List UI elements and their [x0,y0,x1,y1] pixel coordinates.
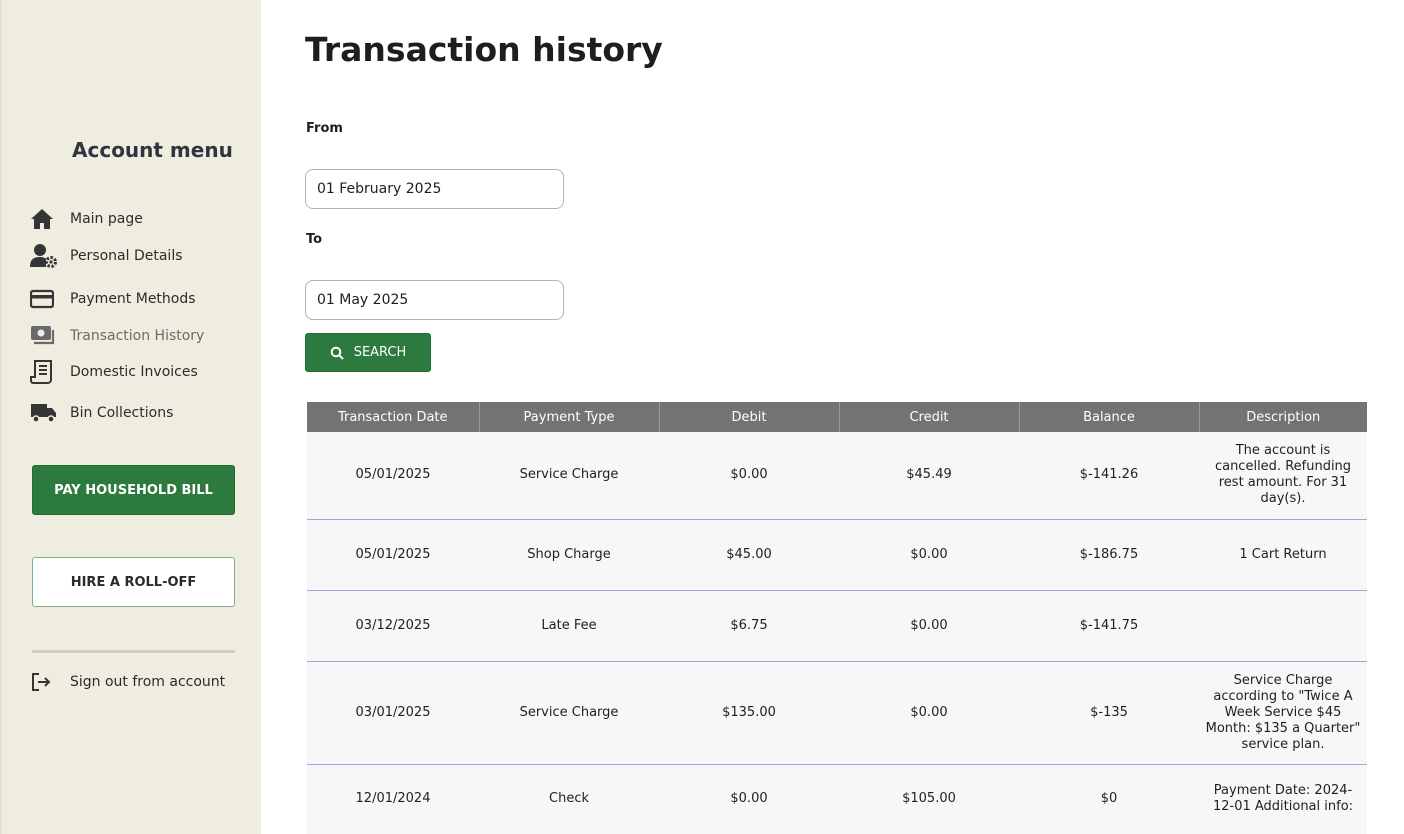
page-title: Transaction history [305,30,663,69]
sign-out-icon [30,669,60,695]
sidebar-item-label: Transaction History [70,328,205,344]
pay-household-bill-button[interactable]: PAY HOUSEHOLD BILL [32,465,235,515]
to-label: To [306,232,323,247]
column-header-payment-type: Payment Type [479,402,660,432]
from-date-input[interactable]: 01 February 2025 [305,169,564,209]
cell-credit: $0.00 [839,519,1019,591]
cell-date: 05/01/2025 [307,432,479,520]
column-header-balance: Balance [1019,402,1200,432]
user-gear-icon [30,243,60,269]
sidebar-item-bin-collections[interactable]: Bin Collections [30,399,173,427]
cell-credit: $0.00 [839,661,1019,765]
sidebar-item-transaction-history[interactable]: Transaction History [30,322,204,350]
sidebar-item-label: Main page [70,211,143,227]
table-row: 12/01/2024 Check $0.00 $105.00 $0 Paymen… [307,764,1367,834]
cell-balance: $-141.75 [1019,590,1199,662]
cell-date: 12/01/2024 [307,764,479,834]
cell-balance: $0 [1019,764,1199,834]
cell-credit: $0.00 [839,590,1019,662]
cell-balance: $-135 [1019,661,1199,765]
sign-out-label: Sign out from account [70,674,226,690]
home-icon [30,206,60,232]
column-header-transaction-date: Transaction Date [307,402,480,432]
sidebar-item-domestic-invoices[interactable]: Domestic Invoices [30,358,198,386]
hire-roll-off-button[interactable]: HIRE A ROLL-OFF [32,557,235,607]
to-date-input[interactable]: 01 May 2025 [305,280,564,320]
table-row: 03/12/2025 Late Fee $6.75 $0.00 $-141.75 [307,590,1367,662]
sidebar-item-label: Domestic Invoices [70,364,198,380]
receipt-icon [30,359,60,385]
cell-payment-type: Shop Charge [479,519,659,591]
table-header-row: Transaction Date Payment Type Debit Cred… [307,402,1367,432]
account-menu-title: Account menu [72,138,233,162]
cell-date: 05/01/2025 [307,519,479,591]
cell-debit: $6.75 [659,590,839,662]
credit-card-icon [30,286,60,312]
table-row: 05/01/2025 Shop Charge $45.00 $0.00 $-18… [307,519,1367,591]
sidebar-item-main-page[interactable]: Main page [30,205,143,233]
column-header-debit: Debit [659,402,840,432]
sidebar-item-label: Personal Details [70,248,183,264]
cell-balance: $-141.26 [1019,432,1199,520]
cell-debit: $0.00 [659,432,839,520]
cell-payment-type: Service Charge [479,661,659,765]
money-bill-icon [30,323,60,349]
sidebar-item-payment-methods[interactable]: Payment Methods [30,285,196,313]
cell-payment-type: Check [479,764,659,834]
column-header-credit: Credit [839,402,1020,432]
cell-credit: $105.00 [839,764,1019,834]
cell-payment-type: Late Fee [479,590,659,662]
cell-description: 1 Cart Return [1199,519,1367,591]
table-row: 03/01/2025 Service Charge $135.00 $0.00 … [307,661,1367,765]
cell-debit: $45.00 [659,519,839,591]
from-label: From [306,121,343,136]
search-button[interactable]: SEARCH [305,333,431,372]
cell-debit: $135.00 [659,661,839,765]
cell-description: Service Charge according to "Twice A Wee… [1199,661,1367,765]
table-row: 05/01/2025 Service Charge $0.00 $45.49 $… [307,432,1367,520]
truck-icon [30,400,60,426]
sign-out-link[interactable]: Sign out from account [30,668,225,696]
sidebar-item-personal-details[interactable]: Personal Details [30,242,183,270]
sidebar-item-label: Bin Collections [70,405,174,421]
cell-date: 03/12/2025 [307,590,479,662]
cell-description: Payment Date: 2024-12-01 Additional info… [1199,764,1367,834]
sidebar-divider [32,650,235,653]
cell-debit: $0.00 [659,764,839,834]
cell-description: The account is cancelled. Refunding rest… [1199,432,1367,520]
transactions-table: Transaction Date Payment Type Debit Cred… [307,402,1367,834]
account-sidebar: Account menu Main page Personal Details … [0,0,261,834]
search-button-label: SEARCH [353,345,407,360]
cell-payment-type: Service Charge [479,432,659,520]
column-header-description: Description [1199,402,1367,432]
search-icon [330,346,344,360]
sidebar-item-label: Payment Methods [70,291,196,307]
cell-credit: $45.49 [839,432,1019,520]
cell-balance: $-186.75 [1019,519,1199,591]
cell-date: 03/01/2025 [307,661,479,765]
cell-description [1199,590,1367,662]
